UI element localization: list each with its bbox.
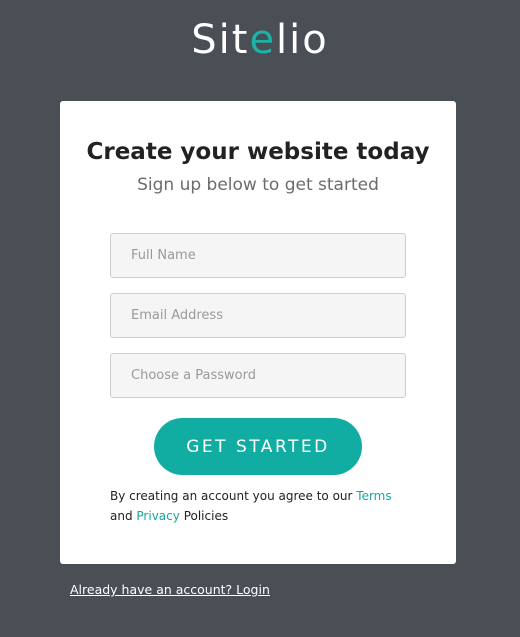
sitelio-logo[interactable]: Sitelio xyxy=(0,14,520,66)
page-title: Create your website today xyxy=(86,139,430,165)
signup-card: Create your website today Sign up below … xyxy=(60,101,456,564)
get-started-button[interactable]: GET STARTED xyxy=(154,418,362,475)
logo-suffix: lio xyxy=(276,17,329,63)
login-link[interactable]: Already have an account? Login xyxy=(70,582,270,597)
terms-suffix: Policies xyxy=(183,509,229,523)
logo-prefix: Sit xyxy=(191,17,250,63)
email-field[interactable] xyxy=(110,293,406,338)
logo-accent: e xyxy=(249,17,277,63)
terms-link[interactable]: Terms xyxy=(356,489,391,503)
terms-conjunction: and xyxy=(110,509,133,523)
terms-notice: By creating an account you agree to our … xyxy=(110,486,410,526)
terms-prefix: By creating an account you agree to our xyxy=(110,489,353,503)
full-name-field[interactable] xyxy=(110,233,406,278)
signup-page: Sitelio Create your website today Sign u… xyxy=(0,0,520,637)
privacy-link[interactable]: Privacy xyxy=(136,509,179,523)
page-subtitle: Sign up below to get started xyxy=(137,175,379,195)
password-field[interactable] xyxy=(110,353,406,398)
